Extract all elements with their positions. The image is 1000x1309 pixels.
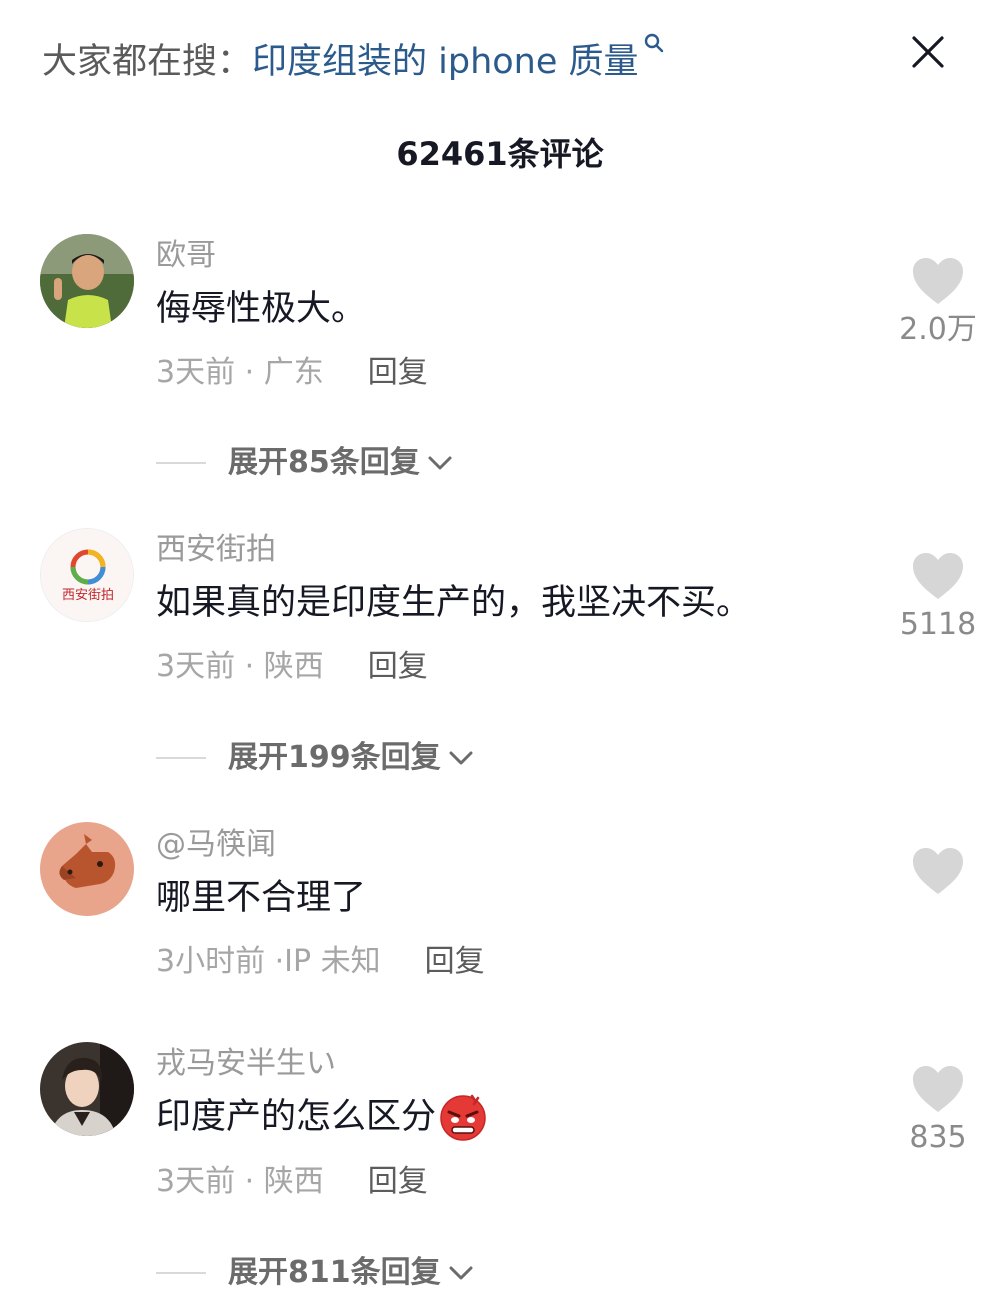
comment-text: 哪里不合理了 bbox=[156, 873, 366, 923]
meta-separator: · bbox=[235, 355, 264, 390]
comment-meta: 3小时前 · IP 未知 回复 bbox=[156, 941, 485, 983]
hot-search-query[interactable]: 印度组装的 iphone 质量 bbox=[252, 38, 639, 86]
expand-replies-button[interactable]: 展开811条回复 bbox=[156, 1252, 475, 1294]
comment-text-content: 哪里不合理了 bbox=[156, 878, 367, 918]
comment-time: 3天前 bbox=[156, 355, 236, 390]
username[interactable]: 戎马安半生い bbox=[156, 1044, 336, 1084]
comment-location: 陕西 bbox=[263, 649, 324, 684]
expand-replies-label: 展开199条回复 bbox=[228, 740, 441, 775]
comment-text-content: 如果真的是印度生产的，我坚决不买。 bbox=[156, 583, 752, 623]
meta-separator: · bbox=[235, 1164, 264, 1199]
comment-time: 3小时前 bbox=[156, 944, 266, 979]
comment-text-content: 侮辱性极大。 bbox=[156, 289, 367, 329]
comment-text: 如果真的是印度生产的，我坚决不买。 bbox=[156, 578, 751, 628]
meta-separator: · bbox=[265, 944, 285, 979]
comment-location: 陕西 bbox=[263, 1164, 324, 1199]
reply-button[interactable]: 回复 bbox=[368, 1161, 428, 1203]
reply-button[interactable]: 回复 bbox=[368, 352, 428, 394]
search-icon bbox=[644, 33, 663, 53]
chevron-down-icon bbox=[449, 751, 473, 765]
divider bbox=[156, 1272, 206, 1274]
like-count: 835 bbox=[909, 1120, 967, 1155]
like-button[interactable] bbox=[896, 846, 980, 900]
reply-button[interactable]: 回复 bbox=[368, 646, 428, 688]
hot-search-label: 大家都在搜： bbox=[42, 42, 253, 82]
top-bar: 大家都在搜： 印度组装的 iphone 质量 bbox=[0, 0, 1000, 120]
expand-replies-button[interactable]: 展开85条回复 bbox=[156, 442, 454, 484]
username[interactable]: 西安街拍 bbox=[156, 530, 276, 570]
username[interactable]: 欧哥 bbox=[156, 236, 216, 276]
comment-text: 印度产的怎么区分 bbox=[156, 1092, 488, 1142]
meta-separator: · bbox=[235, 649, 264, 684]
chevron-down-icon bbox=[428, 456, 452, 470]
avatar[interactable] bbox=[40, 822, 134, 916]
like-button[interactable]: 5118 bbox=[896, 551, 980, 645]
comment-text-content: 印度产的怎么区分 bbox=[156, 1097, 437, 1137]
angry-face-emoji-icon bbox=[440, 1094, 486, 1141]
comment-location: IP 未知 bbox=[284, 944, 381, 979]
avatar[interactable] bbox=[40, 1042, 134, 1136]
comment-meta: 3天前 · 广东 回复 bbox=[156, 352, 428, 394]
divider bbox=[156, 462, 206, 464]
comment-time: 3天前 bbox=[156, 1164, 236, 1199]
comment-text: 侮辱性极大。 bbox=[156, 284, 366, 334]
comment-time: 3天前 bbox=[156, 649, 236, 684]
hot-search-link[interactable]: 印度组装的 iphone 质量 bbox=[252, 33, 665, 86]
username[interactable]: @马筷闻 bbox=[156, 825, 276, 865]
comment-location: 广东 bbox=[263, 355, 324, 390]
hot-search-bar: 大家都在搜： 印度组装的 iphone 质量 bbox=[42, 33, 665, 86]
expand-replies-label: 展开811条回复 bbox=[228, 1255, 441, 1290]
like-button[interactable]: 2.0万 bbox=[896, 256, 980, 350]
close-button[interactable] bbox=[904, 28, 952, 76]
heart-icon bbox=[913, 553, 963, 599]
chevron-down-icon bbox=[449, 1266, 473, 1280]
like-count: 2.0万 bbox=[899, 312, 977, 347]
avatar-text: 西安街拍 bbox=[62, 588, 114, 603]
reply-button[interactable]: 回复 bbox=[425, 941, 485, 983]
like-button[interactable]: 835 bbox=[896, 1064, 980, 1158]
close-icon bbox=[912, 36, 944, 68]
like-count: 5118 bbox=[899, 607, 977, 642]
comment-count-title: 62461条评论 bbox=[396, 135, 604, 173]
comment-meta: 3天前 · 陕西 回复 bbox=[156, 1161, 428, 1203]
divider bbox=[156, 757, 206, 759]
avatar[interactable] bbox=[40, 234, 134, 328]
heart-icon bbox=[913, 848, 963, 894]
avatar[interactable]: 西安街拍 bbox=[40, 528, 134, 622]
heart-icon bbox=[913, 1066, 963, 1112]
expand-replies-label: 展开85条回复 bbox=[228, 445, 420, 480]
expand-replies-button[interactable]: 展开199条回复 bbox=[156, 737, 475, 779]
comment-meta: 3天前 · 陕西 回复 bbox=[156, 646, 428, 688]
heart-icon bbox=[913, 258, 963, 304]
